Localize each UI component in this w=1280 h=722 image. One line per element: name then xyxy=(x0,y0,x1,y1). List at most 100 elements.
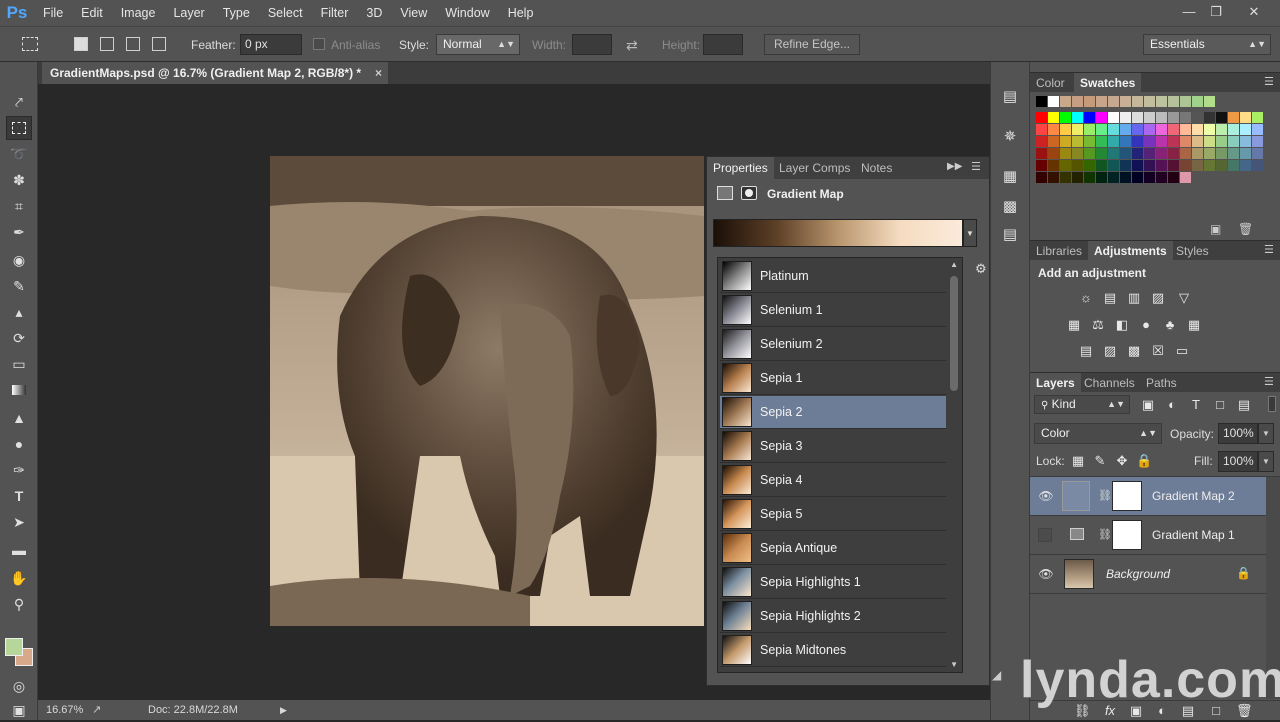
menu-edit[interactable]: Edit xyxy=(72,0,112,26)
new-swatch-icon[interactable]: ▣ xyxy=(1210,222,1221,236)
color-lookup-icon[interactable]: ▦ xyxy=(1186,317,1202,333)
color-swatch[interactable] xyxy=(1216,112,1227,123)
color-swatch[interactable] xyxy=(1084,148,1095,159)
brush-tool-icon[interactable]: ✎ xyxy=(6,274,32,298)
filter-adjustment-icon[interactable]: ◐ xyxy=(1164,397,1180,413)
threshold-icon[interactable]: ▩ xyxy=(1126,343,1142,359)
color-swatch[interactable] xyxy=(1192,124,1203,135)
height-input[interactable] xyxy=(703,34,743,55)
tab-libraries[interactable]: Libraries xyxy=(1030,241,1088,261)
info-icon[interactable]: ▩ xyxy=(999,196,1021,218)
color-swatch[interactable] xyxy=(1132,112,1143,123)
swatches-grid[interactable] xyxy=(1036,96,1266,226)
channel-mixer-icon[interactable]: ♣ xyxy=(1162,317,1178,333)
color-swatch[interactable] xyxy=(1192,148,1203,159)
black-white-icon[interactable]: ◧ xyxy=(1114,317,1130,333)
tab-properties[interactable]: Properties xyxy=(707,157,774,179)
color-swatch[interactable] xyxy=(1204,96,1215,107)
width-input[interactable] xyxy=(572,34,612,55)
move-tool-icon[interactable]: ⤤ xyxy=(6,90,32,114)
preset-item[interactable]: Selenium 1 xyxy=(720,294,946,327)
color-swatch[interactable] xyxy=(1144,136,1155,147)
color-swatch[interactable] xyxy=(1048,172,1059,183)
trash-icon[interactable]: 🗑 xyxy=(1238,222,1253,236)
preset-item[interactable]: Sepia 4 xyxy=(720,464,946,497)
color-swatch[interactable] xyxy=(1048,124,1059,135)
menu-file[interactable]: File xyxy=(34,0,72,26)
quick-mask-icon[interactable]: ◎ xyxy=(6,674,32,698)
invert-icon[interactable]: ▤ xyxy=(1078,343,1094,359)
color-swatch[interactable] xyxy=(1240,124,1251,135)
color-swatch[interactable] xyxy=(1084,112,1095,123)
color-swatch[interactable] xyxy=(1096,160,1107,171)
color-swatch[interactable] xyxy=(1192,160,1203,171)
color-swatch[interactable] xyxy=(1240,160,1251,171)
document-tab[interactable]: GradientMaps.psd @ 16.7% (Gradient Map 2… xyxy=(42,62,388,84)
color-swatch[interactable] xyxy=(1204,112,1215,123)
color-swatch[interactable] xyxy=(1228,124,1239,135)
posterize-icon[interactable]: ▨ xyxy=(1102,343,1118,359)
color-swatch[interactable] xyxy=(1084,160,1095,171)
color-swatch[interactable] xyxy=(1132,172,1143,183)
menu-3d[interactable]: 3D xyxy=(357,0,391,26)
color-swatch[interactable] xyxy=(1252,148,1263,159)
color-swatch[interactable] xyxy=(1252,136,1263,147)
lasso-tool-icon[interactable]: ➰ xyxy=(6,142,32,166)
hue-saturation-icon[interactable]: ▦ xyxy=(1066,317,1082,333)
color-swatch[interactable] xyxy=(1156,136,1167,147)
color-swatch[interactable] xyxy=(1192,96,1203,107)
color-swatch[interactable] xyxy=(1228,148,1239,159)
minimize-icon[interactable]: — xyxy=(1179,3,1199,21)
color-swatch[interactable] xyxy=(1120,172,1131,183)
menu-help[interactable]: Help xyxy=(499,0,543,26)
color-swatch[interactable] xyxy=(1168,124,1179,135)
color-swatch[interactable] xyxy=(1168,160,1179,171)
zoom-level[interactable]: 16.67% xyxy=(46,700,83,720)
actions-icon[interactable]: ✵ xyxy=(999,126,1021,148)
resize-grip-icon[interactable]: ◢ xyxy=(992,668,1001,682)
preset-item[interactable]: Sepia 1 xyxy=(720,362,946,395)
color-swatch[interactable] xyxy=(1132,136,1143,147)
preset-item[interactable]: Platinum xyxy=(720,260,946,293)
menu-filter[interactable]: Filter xyxy=(312,0,358,26)
chevron-down-icon[interactable]: ▼ xyxy=(963,219,977,247)
color-swatch[interactable] xyxy=(1036,124,1047,135)
blur-tool-icon[interactable]: ▲ xyxy=(6,406,32,430)
tab-styles[interactable]: Styles xyxy=(1170,241,1215,261)
panel-menu-icon[interactable]: ☰ xyxy=(1264,243,1274,256)
menu-image[interactable]: Image xyxy=(112,0,165,26)
panel-menu-icon[interactable]: ☰ xyxy=(971,160,981,173)
color-swatch[interactable] xyxy=(1156,124,1167,135)
color-swatch[interactable] xyxy=(1240,112,1251,123)
tab-swatches[interactable]: Swatches xyxy=(1074,73,1142,93)
preset-item[interactable]: Sepia Highlights 1 xyxy=(720,566,946,599)
color-swatch[interactable] xyxy=(1168,136,1179,147)
color-swatch[interactable] xyxy=(1108,172,1119,183)
color-swatch[interactable] xyxy=(1192,112,1203,123)
color-swatch[interactable] xyxy=(1084,96,1095,107)
color-swatch[interactable] xyxy=(1096,96,1107,107)
color-swatch[interactable] xyxy=(1168,172,1179,183)
close-tab-icon[interactable]: × xyxy=(375,62,382,84)
color-swatch[interactable] xyxy=(1060,124,1071,135)
restore-icon[interactable]: ❐ xyxy=(1206,3,1226,21)
screen-mode-icon[interactable]: ▣ xyxy=(6,698,32,722)
menu-layer[interactable]: Layer xyxy=(164,0,213,26)
color-swatch[interactable] xyxy=(1120,136,1131,147)
color-swatch[interactable] xyxy=(1204,124,1215,135)
color-swatch[interactable] xyxy=(1108,96,1119,107)
collapse-icon[interactable]: ▶▶ xyxy=(947,161,962,172)
visibility-toggle[interactable] xyxy=(1038,528,1052,542)
eye-icon[interactable]: 👁 xyxy=(1038,489,1054,503)
dodge-tool-icon[interactable]: ● xyxy=(6,432,32,456)
menu-type[interactable]: Type xyxy=(214,0,259,26)
fill-input[interactable]: 100% xyxy=(1218,451,1258,472)
color-swatch[interactable] xyxy=(1060,136,1071,147)
color-swatch[interactable] xyxy=(1036,148,1047,159)
color-swatch[interactable] xyxy=(1084,136,1095,147)
color-swatch[interactable] xyxy=(1060,160,1071,171)
color-swatch[interactable] xyxy=(1156,148,1167,159)
panel-menu-icon[interactable]: ☰ xyxy=(1264,375,1274,388)
color-swatch[interactable] xyxy=(1144,124,1155,135)
preset-item[interactable]: Sepia 3 xyxy=(720,430,946,463)
